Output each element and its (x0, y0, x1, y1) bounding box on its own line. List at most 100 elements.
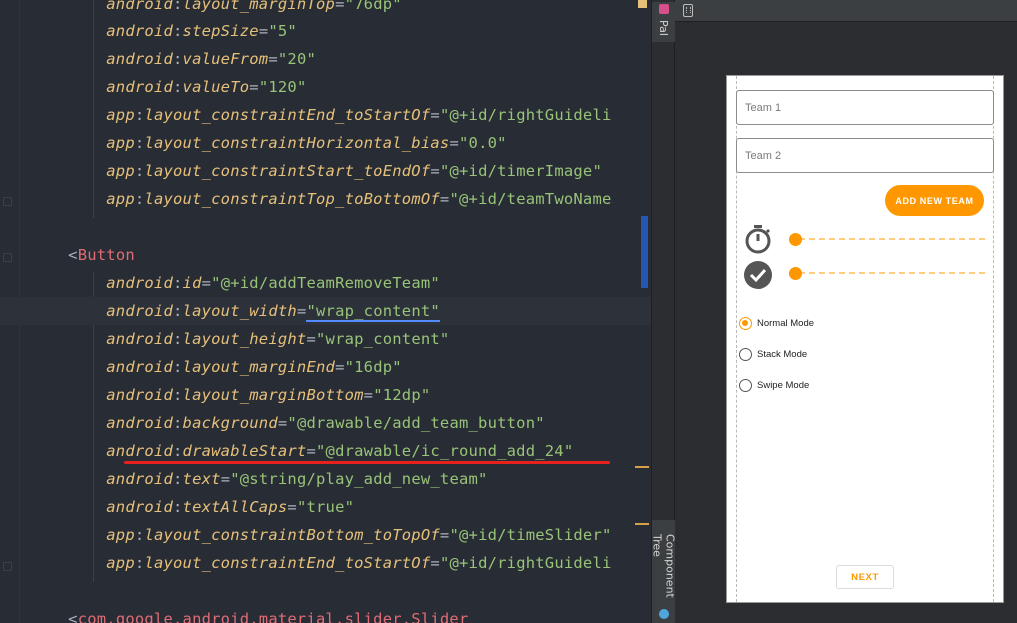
add-new-team-button[interactable]: ADD NEW TEAM (885, 185, 984, 216)
code-attribute: layout_height (182, 330, 307, 348)
code-namespace: app (106, 190, 135, 208)
radio-stack-mode[interactable]: Stack Mode (739, 348, 807, 361)
code-line[interactable]: android:id="@+id/addTeamRemoveTeam" (0, 269, 651, 297)
code-line[interactable]: app:layout_constraintEnd_toStartOf="@+id… (0, 549, 651, 577)
code-line[interactable]: android:text="@string/play_add_new_team" (0, 465, 651, 493)
radio-normal-mode[interactable]: Normal Mode (739, 317, 814, 330)
radio-button[interactable] (739, 348, 752, 361)
annotation-underline (124, 461, 610, 464)
code-colon: : (173, 22, 183, 40)
code-attribute: layout_marginTop (182, 0, 336, 13)
code-line[interactable] (0, 213, 651, 241)
code-value: "@+id/teamTwoName (449, 190, 612, 208)
team-two-field[interactable]: Team 2 (736, 138, 994, 173)
code-colon: : (134, 526, 145, 544)
code-attribute: layout_marginBottom (182, 386, 364, 404)
team-one-field[interactable]: Team 1 (736, 90, 994, 125)
radio-swipe-label: Swipe Mode (757, 380, 810, 391)
code-equals: = (201, 274, 212, 292)
code-colon: : (173, 498, 183, 516)
code-colon: : (134, 190, 145, 208)
code-line[interactable]: android:textAllCaps="true" (0, 493, 651, 521)
code-namespace: android (106, 0, 173, 13)
code-line[interactable]: android:background="@drawable/add_team_b… (0, 409, 651, 437)
warning-marker[interactable] (638, 0, 647, 8)
code-namespace: android (106, 302, 173, 320)
code-colon: : (173, 302, 183, 320)
code-attribute: text (182, 470, 221, 488)
code-namespace: android (106, 414, 173, 432)
code-value: "@+id/timeSlider" (449, 526, 612, 544)
code-colon: : (173, 470, 183, 488)
device-icon[interactable] (683, 4, 693, 17)
code-line[interactable]: android:valueTo="120" (0, 73, 651, 101)
code-line[interactable]: android:layout_marginEnd="16dp" (0, 353, 651, 381)
next-button[interactable]: NEXT (836, 565, 894, 589)
tool-window-strip: Pal Component Tree (651, 0, 677, 623)
time-slider-track[interactable] (789, 238, 985, 240)
code-colon: : (173, 50, 183, 68)
code-line[interactable]: app:layout_constraintTop_toBottomOf="@+i… (0, 185, 651, 213)
code-colon: : (134, 106, 145, 124)
code-line[interactable]: android:layout_marginTop="76dp" (0, 0, 651, 18)
code-line[interactable]: android:layout_height="wrap_content" (0, 325, 651, 353)
code-bracket: < (68, 246, 78, 264)
code-attribute: textAllCaps (182, 498, 288, 516)
tab-component-tree[interactable]: Component Tree (651, 520, 677, 623)
code-line[interactable]: app:layout_constraintStart_toEndOf="@+id… (0, 157, 651, 185)
code-equals: = (249, 78, 259, 96)
code-line[interactable]: <com.google.android.material.slider.Slid… (0, 605, 651, 623)
team-two-label: Team 2 (745, 149, 782, 162)
code-line[interactable]: app:layout_constraintBottom_toTopOf="@+i… (0, 521, 651, 549)
code-attribute: background (182, 414, 278, 432)
radio-button[interactable] (739, 379, 752, 392)
code-line[interactable]: app:layout_constraintEnd_toStartOf="@+id… (0, 101, 651, 129)
layout-preview[interactable]: Team 1 Team 2 ADD NEW TEAM Normal Mode S… (726, 75, 1004, 603)
warning-stripe[interactable] (635, 523, 649, 525)
code-line[interactable]: android:layout_marginBottom="12dp" (0, 381, 651, 409)
time-slider-thumb[interactable] (789, 233, 802, 246)
radio-button[interactable] (739, 317, 752, 330)
code-namespace: android (106, 274, 173, 292)
code-attribute: stepSize (182, 22, 259, 40)
code-value: "@+id/timerImage" (439, 162, 602, 180)
points-slider-thumb[interactable] (789, 267, 802, 280)
warning-stripe[interactable] (635, 466, 649, 468)
team-one-label: Team 1 (745, 101, 782, 114)
editor-scrollbar-thumb[interactable] (641, 216, 648, 288)
code-tag: Button (77, 246, 135, 264)
code-value: "16dp" (344, 358, 402, 376)
code-line[interactable]: android:stepSize="5" (0, 17, 651, 45)
code-attribute: layout_width (182, 302, 297, 320)
add-new-team-label: ADD NEW TEAM (895, 195, 974, 206)
points-slider-track[interactable] (789, 272, 985, 274)
code-line[interactable] (0, 577, 651, 605)
code-line[interactable]: app:layout_constraintHorizontal_bias="0.… (0, 129, 651, 157)
code-value: "true" (296, 498, 355, 516)
code-line[interactable]: <Button (0, 241, 651, 269)
code-namespace: app (106, 526, 135, 544)
radio-normal-label: Normal Mode (757, 318, 815, 329)
code-equals: = (430, 106, 440, 124)
tab-palette[interactable]: Pal (652, 2, 675, 42)
component-tree-icon (659, 609, 669, 619)
code-namespace: android (106, 78, 173, 96)
next-label: NEXT (851, 571, 879, 583)
code-line[interactable]: android:valueFrom="20" (0, 45, 651, 73)
code-line[interactable]: android:layout_width="wrap_content" (0, 297, 651, 325)
code-namespace: android (106, 498, 173, 516)
code-tag: com.google.android.material.slider.Slide… (77, 610, 469, 623)
code-editor[interactable]: android:layout_marginTop="76dp" android:… (0, 0, 651, 623)
radio-swipe-mode[interactable]: Swipe Mode (739, 379, 809, 392)
code-colon: : (173, 330, 183, 348)
code-attribute: layout_constraintStart_toEndOf (144, 162, 431, 180)
code-equals: = (287, 498, 297, 516)
